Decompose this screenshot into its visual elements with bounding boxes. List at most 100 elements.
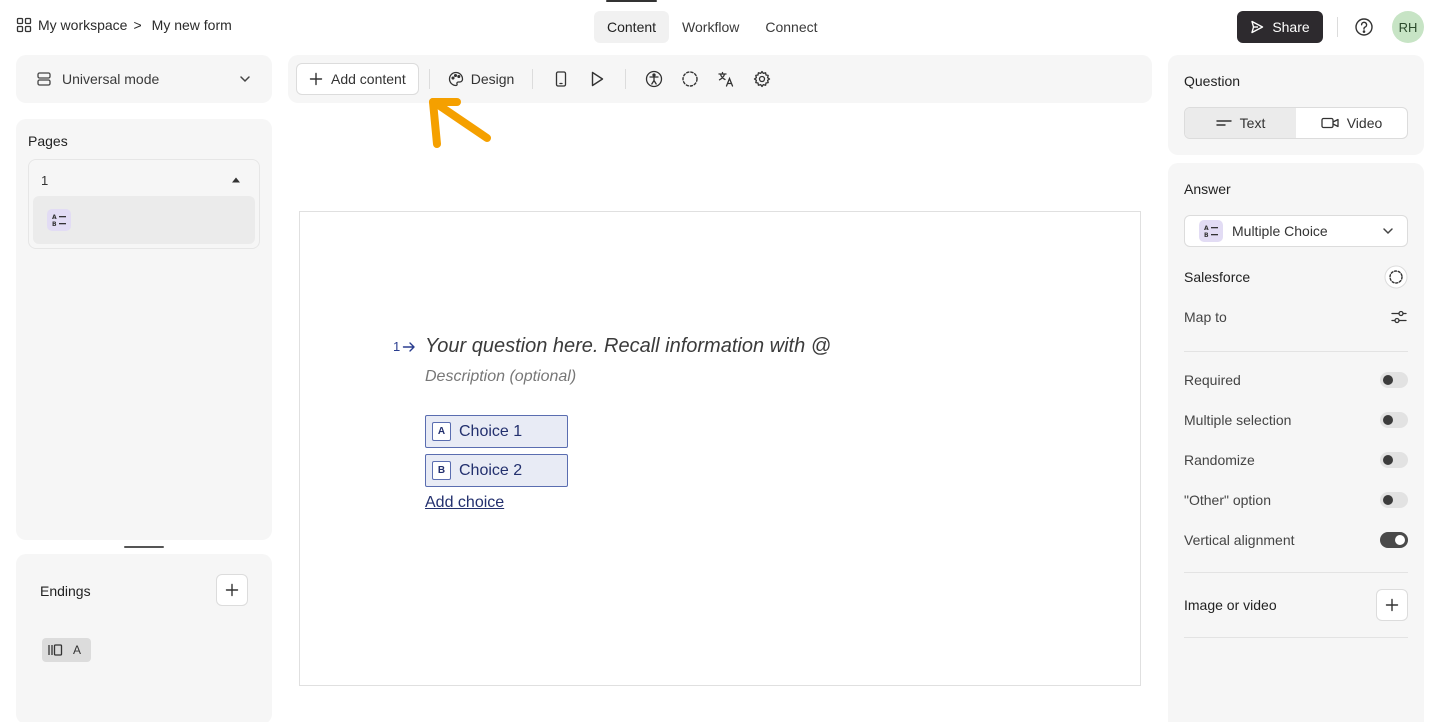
toggle-required-row: Required [1184, 372, 1408, 388]
svg-text:A: A [1204, 225, 1209, 232]
page-group-header[interactable]: 1 [33, 164, 255, 196]
ending-item[interactable]: A [42, 638, 91, 662]
toggle-vertical-alignment[interactable] [1380, 532, 1408, 548]
mode-selector[interactable]: Universal mode [16, 55, 272, 103]
annotation-arrow-icon [420, 92, 496, 150]
choice-key: A [432, 422, 451, 441]
multiple-choice-icon: AB [1199, 220, 1223, 242]
tab-workflow[interactable]: Workflow [669, 11, 752, 43]
mode-label: Universal mode [62, 71, 160, 87]
workspace-link[interactable]: My workspace [16, 17, 127, 33]
page-question-item[interactable]: AB [33, 196, 255, 244]
send-icon [1250, 20, 1264, 34]
salesforce-icon[interactable] [1384, 265, 1408, 289]
form-name[interactable]: My new form [152, 17, 232, 33]
ending-screen-icon [47, 643, 63, 657]
question-settings-panel: Question Text Video [1168, 55, 1424, 155]
panel-resize-handle[interactable] [124, 546, 164, 548]
workspace-label: My workspace [38, 17, 128, 33]
sliders-icon[interactable] [1390, 309, 1408, 325]
multiple-choice-icon: AB [47, 209, 71, 231]
layers-icon [36, 71, 52, 87]
design-label: Design [470, 71, 515, 87]
endings-title: Endings [40, 583, 91, 599]
add-ending-button[interactable] [216, 574, 248, 606]
endings-panel: Endings A [16, 554, 272, 722]
pages-panel: Pages 1 AB [16, 119, 272, 540]
gear-icon[interactable] [744, 63, 780, 95]
map-to-row[interactable]: Map to [1184, 309, 1408, 325]
caret-up-icon[interactable] [231, 176, 241, 184]
text-lines-icon [1215, 118, 1232, 128]
salesforce-connect-icon[interactable] [672, 63, 708, 95]
answer-settings-title: Answer [1184, 181, 1231, 197]
divider [1184, 351, 1408, 352]
toggle-vertical-alignment-label: Vertical alignment [1184, 532, 1295, 548]
divider [1184, 572, 1408, 573]
avatar[interactable]: RH [1392, 11, 1424, 43]
pages-title: Pages [28, 133, 68, 149]
design-button[interactable]: Design [440, 63, 523, 95]
chevron-down-icon [1381, 224, 1395, 238]
translate-icon[interactable] [708, 63, 744, 95]
toggle-required[interactable] [1380, 372, 1408, 388]
accessibility-icon[interactable] [636, 63, 672, 95]
choice-key: B [432, 461, 451, 480]
share-label: Share [1272, 19, 1310, 35]
top-bar: My workspace > My new form Content Workf… [0, 0, 1440, 54]
image-video-row: Image or video [1184, 589, 1408, 621]
mobile-preview-icon[interactable] [543, 63, 579, 95]
form-canvas [299, 211, 1141, 686]
map-to-label: Map to [1184, 309, 1227, 325]
toggle-randomize[interactable] [1380, 452, 1408, 468]
segment-text-label: Text [1239, 115, 1266, 131]
tab-content[interactable]: Content [594, 0, 670, 43]
chevron-down-icon [238, 72, 252, 86]
toggle-vertical-alignment-row: Vertical alignment [1184, 532, 1408, 548]
segment-text[interactable]: Text [1185, 108, 1296, 138]
choice-item[interactable]: A Choice 1 [425, 415, 568, 448]
share-button[interactable]: Share [1237, 11, 1323, 43]
video-camera-icon [1321, 117, 1339, 129]
toggle-other-option[interactable] [1380, 492, 1408, 508]
add-content-label: Add content [331, 71, 406, 87]
toggle-randomize-label: Randomize [1184, 452, 1255, 468]
segment-video-label: Video [1346, 115, 1383, 131]
question-text[interactable]: Your question here. Recall information w… [425, 335, 831, 358]
breadcrumb: My workspace > My new form [16, 17, 232, 33]
add-image-video-button[interactable] [1376, 589, 1408, 621]
question-type-toggle: Text Video [1184, 107, 1408, 139]
toggle-multiple-selection-row: Multiple selection [1184, 412, 1408, 428]
svg-text:B: B [1204, 232, 1209, 238]
divider [1184, 637, 1408, 638]
question-description[interactable]: Description (optional) [425, 368, 576, 386]
segment-video[interactable]: Video [1296, 108, 1407, 138]
add-content-button[interactable]: Add content [296, 63, 419, 95]
image-video-label: Image or video [1184, 597, 1277, 613]
svg-text:A: A [52, 214, 57, 221]
answer-type-select[interactable]: AB Multiple Choice [1184, 215, 1408, 247]
help-icon[interactable] [1354, 17, 1374, 37]
toolbar-divider [625, 69, 627, 89]
toggle-multiple-selection-label: Multiple selection [1184, 412, 1292, 428]
plus-icon [309, 72, 323, 86]
play-preview-icon[interactable] [579, 63, 615, 95]
question-settings-title: Question [1184, 73, 1241, 89]
choice-label: Choice 1 [459, 422, 523, 440]
toolbar-divider [428, 69, 430, 89]
main-tabs: Content Workflow Connect [594, 0, 831, 43]
tab-connect[interactable]: Connect [752, 11, 830, 43]
toggle-other-option-label: "Other" option [1184, 492, 1271, 508]
answer-settings-panel: Answer AB Multiple Choice Salesforce Map… [1168, 163, 1424, 722]
choice-label: Choice 2 [459, 461, 523, 479]
palette-icon [448, 71, 464, 87]
toggle-multiple-selection[interactable] [1380, 412, 1408, 428]
add-choice-link[interactable]: Add choice [425, 494, 504, 512]
salesforce-label: Salesforce [1184, 269, 1251, 285]
page-group: 1 AB [28, 159, 260, 249]
header-divider [1337, 17, 1338, 37]
choice-item[interactable]: B Choice 2 [425, 454, 568, 487]
toggle-randomize-row: Randomize [1184, 452, 1408, 468]
question-number-value: 1 [393, 339, 401, 354]
breadcrumb-separator: > [133, 17, 142, 33]
